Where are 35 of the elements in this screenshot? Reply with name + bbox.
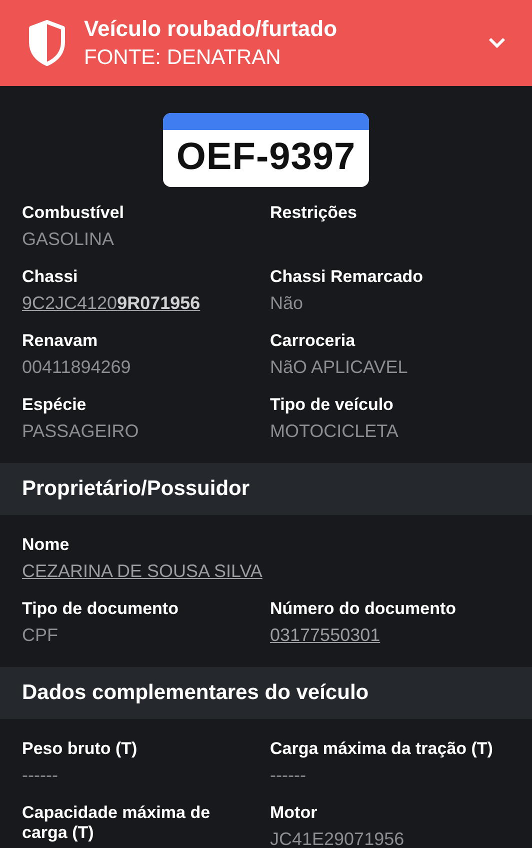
alert-source: FONTE: DENATRAN [84, 46, 282, 70]
section-header: Dados complementares do veículo [0, 667, 532, 719]
field-value: GASOLINA [22, 229, 114, 251]
license-plate: OEF-9397 [163, 113, 369, 187]
field-value: NãO APLICAVEL [270, 357, 408, 379]
field-link[interactable]: 9C2JC41209R071956 [22, 293, 200, 315]
field-label: Carga máxima da tração (T) [270, 739, 494, 760]
field-value: Não [270, 293, 304, 315]
alert-title: Veículo roubado/furtado [84, 16, 338, 42]
field-label: Nome [22, 535, 70, 556]
field-label: Tipo de documento [22, 599, 180, 620]
field-label: Chassi [22, 267, 79, 288]
field-value: 00411894269 [22, 357, 131, 379]
field-value: ------ [22, 765, 58, 787]
chevron-down-icon[interactable] [488, 37, 506, 49]
field-value: PASSAGEIRO [22, 421, 139, 443]
field-label: Combustível [22, 203, 126, 224]
field-label: Renavam [22, 331, 99, 352]
field-label: Espécie [22, 395, 88, 416]
field-label: Carroceria [270, 331, 356, 352]
field-label: Capacidade máxima de carga (T) [22, 803, 212, 844]
field-label: Número do documento [270, 599, 458, 620]
field-value: JC41E29071956 [270, 829, 404, 848]
field-value: CPF [22, 625, 58, 647]
field-label: Chassi Remarcado [270, 267, 424, 288]
field-label: Tipo de veículo [270, 395, 394, 416]
shield-icon [28, 20, 66, 66]
field-label: Restrições [270, 203, 358, 224]
field-label: Peso bruto (T) [22, 739, 138, 760]
field-link[interactable]: CEZARINA DE SOUSA SILVA [22, 561, 262, 583]
field-link[interactable]: 03177550301 [270, 625, 380, 647]
section-header: Proprietário/Possuidor [0, 463, 532, 515]
field-value: ------ [270, 765, 306, 787]
field-value: MOTOCICLETA [270, 421, 398, 443]
field-label: Motor [270, 803, 318, 824]
